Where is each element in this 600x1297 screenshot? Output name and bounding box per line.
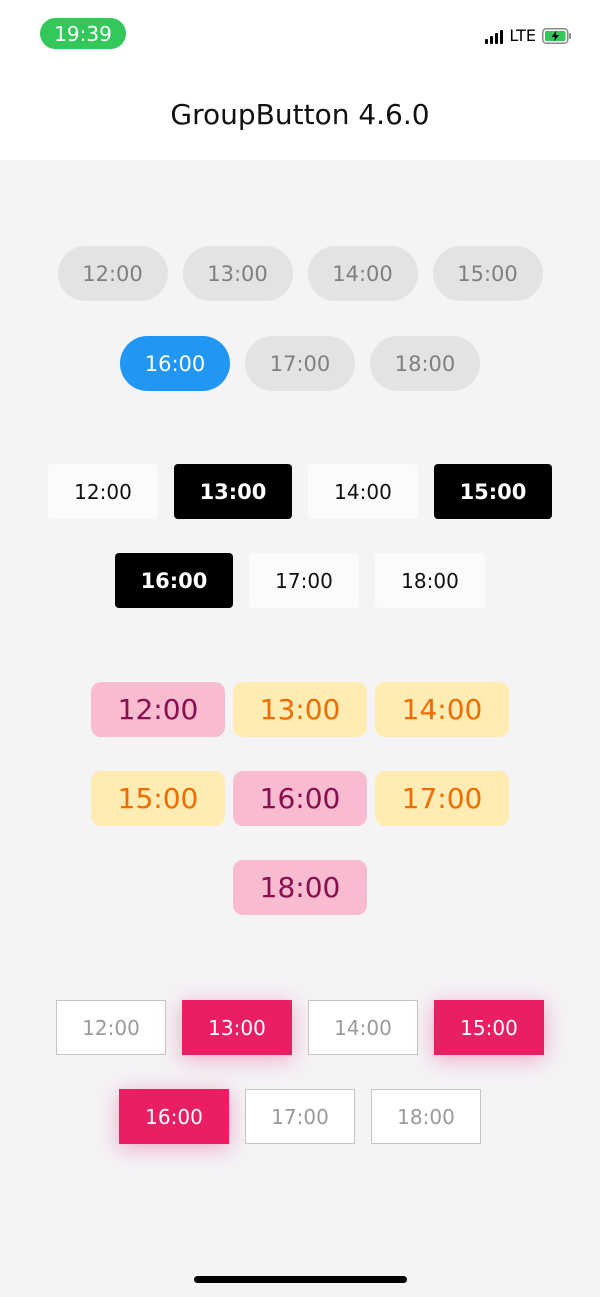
group3-row-1: 12:00 13:00 14:00 xyxy=(0,682,600,737)
group3-row-2: 15:00 16:00 17:00 xyxy=(0,771,600,826)
group1-row-1: 12:00 13:00 14:00 15:00 xyxy=(0,246,600,301)
signal-icon xyxy=(485,28,504,44)
group2-button-1400[interactable]: 14:00 xyxy=(308,464,418,519)
battery-charging-icon xyxy=(542,27,571,44)
group4-button-1500[interactable]: 15:00 xyxy=(434,1000,544,1055)
nav-bar: GroupButton 4.6.0 xyxy=(0,70,600,160)
group2-button-1500[interactable]: 15:00 xyxy=(434,464,552,519)
group2-row-2: 16:00 17:00 18:00 xyxy=(0,553,600,608)
group2-button-1300[interactable]: 13:00 xyxy=(174,464,292,519)
group4-row-2: 16:00 17:00 18:00 xyxy=(0,1089,600,1144)
group3-button-1600[interactable]: 16:00 xyxy=(233,771,367,826)
group1-button-1800[interactable]: 18:00 xyxy=(370,336,480,391)
group1-button-1200[interactable]: 12:00 xyxy=(57,246,168,301)
group3-button-1700[interactable]: 17:00 xyxy=(375,771,509,826)
group4-button-1200[interactable]: 12:00 xyxy=(56,1000,166,1055)
group4-row-1: 12:00 13:00 14:00 15:00 xyxy=(0,1000,600,1055)
status-indicators: LTE xyxy=(485,26,572,45)
group1-button-1300[interactable]: 13:00 xyxy=(182,246,293,301)
group4-button-1300[interactable]: 13:00 xyxy=(182,1000,292,1055)
group1-button-1500[interactable]: 15:00 xyxy=(432,246,543,301)
group2-button-1700[interactable]: 17:00 xyxy=(249,553,359,608)
group1-button-1400[interactable]: 14:00 xyxy=(307,246,418,301)
group3-button-1800[interactable]: 18:00 xyxy=(233,860,367,915)
group1-button-1600[interactable]: 16:00 xyxy=(120,336,230,391)
group3-row-3: 18:00 xyxy=(0,860,600,915)
group3-button-1200[interactable]: 12:00 xyxy=(91,682,225,737)
group4-button-1600[interactable]: 16:00 xyxy=(119,1089,229,1144)
group4-button-1800[interactable]: 18:00 xyxy=(371,1089,481,1144)
group4-button-1700[interactable]: 17:00 xyxy=(245,1089,355,1144)
network-type: LTE xyxy=(509,26,536,45)
group2-button-1800[interactable]: 18:00 xyxy=(375,553,485,608)
group1-button-1700[interactable]: 17:00 xyxy=(245,336,355,391)
status-time[interactable]: 19:39 xyxy=(40,18,126,49)
group2-row-1: 12:00 13:00 14:00 15:00 xyxy=(0,464,600,519)
group2-button-1600[interactable]: 16:00 xyxy=(115,553,233,608)
home-indicator[interactable] xyxy=(194,1276,407,1283)
group1-row-2: 16:00 17:00 18:00 xyxy=(0,336,600,391)
group3-button-1300[interactable]: 13:00 xyxy=(233,682,367,737)
group4-button-1400[interactable]: 14:00 xyxy=(308,1000,418,1055)
group3-button-1400[interactable]: 14:00 xyxy=(375,682,509,737)
status-bar: 19:39 LTE xyxy=(0,0,600,70)
page-title: GroupButton 4.6.0 xyxy=(170,98,430,131)
group2-button-1200[interactable]: 12:00 xyxy=(48,464,158,519)
group3-button-1500[interactable]: 15:00 xyxy=(91,771,225,826)
